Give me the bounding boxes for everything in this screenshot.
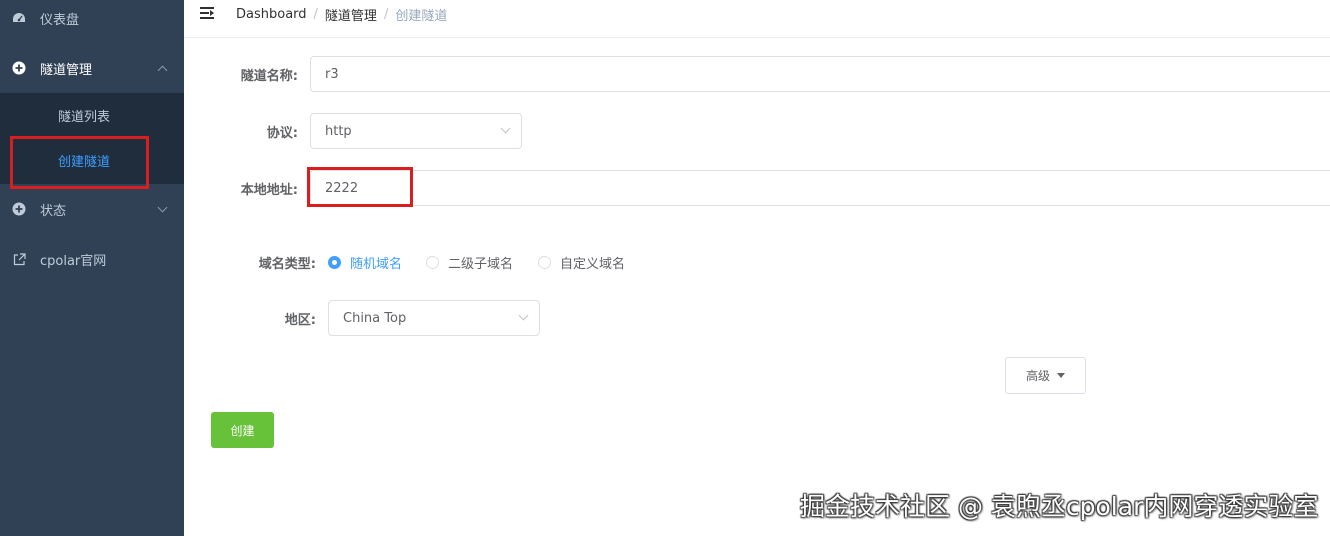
tunnel-name-value: r3 xyxy=(325,66,339,82)
radio-custom-domain[interactable]: 自定义域名 xyxy=(538,253,625,272)
radio-checked-icon xyxy=(328,256,341,269)
domain-type-label: 域名类型: xyxy=(258,257,316,272)
external-link-icon xyxy=(12,252,26,266)
sidebar: 仪表盘 隧道管理 隧道列表 创建隧道 状态 cpolar官网 xyxy=(0,0,184,536)
sidebar-item-tunnel-management[interactable]: 隧道管理 xyxy=(0,44,184,92)
highlight-box xyxy=(10,136,149,189)
breadcrumb-separator: / xyxy=(383,6,389,22)
grid-icon xyxy=(31,110,45,122)
sidebar-item-tunnel-list[interactable]: 隧道列表 xyxy=(0,93,184,138)
breadcrumb-separator: / xyxy=(313,6,318,22)
sidebar-item-label: cpolar官网 xyxy=(40,253,107,269)
caret-down-icon xyxy=(1057,373,1065,378)
radio-unchecked-icon xyxy=(538,256,551,269)
dashboard-icon xyxy=(12,11,26,25)
protocol-select[interactable]: http xyxy=(310,113,522,149)
radio-label: 随机域名 xyxy=(350,257,403,272)
local-address-label: 本地地址: xyxy=(240,183,298,198)
radio-unchecked-icon xyxy=(426,256,439,269)
sidebar-item-dashboard[interactable]: 仪表盘 xyxy=(0,0,184,42)
radio-random-domain[interactable]: 随机域名 xyxy=(328,253,402,272)
region-value: China Top xyxy=(343,310,407,326)
radio-subdomain[interactable]: 二级子域名 xyxy=(426,253,513,272)
chevron-down-icon xyxy=(157,202,168,213)
plus-circle-icon xyxy=(12,61,26,75)
chevron-up-icon xyxy=(157,65,168,76)
radio-label: 二级子域名 xyxy=(448,257,514,272)
radio-label: 自定义域名 xyxy=(560,257,626,272)
watermark: 掘金技术社区 @ 袁煦丞cpolar内网穿透实验室 xyxy=(800,492,1319,521)
tunnel-name-input[interactable]: r3 xyxy=(310,56,1330,92)
sidebar-item-label: 状态 xyxy=(40,203,67,219)
sidebar-item-status[interactable]: 状态 xyxy=(0,185,184,233)
create-label: 创建 xyxy=(230,423,255,438)
region-label: 地区: xyxy=(284,313,316,328)
region-select[interactable]: China Top xyxy=(328,300,540,336)
breadcrumb-current: 创建隧道 xyxy=(395,8,448,24)
local-address-input[interactable]: 2222 xyxy=(310,170,1330,206)
tunnel-name-label: 隧道名称: xyxy=(240,69,298,84)
sidebar-item-label: 隧道列表 xyxy=(58,110,111,125)
create-button[interactable]: 创建 xyxy=(211,412,274,448)
protocol-value: http xyxy=(325,123,352,139)
hamburger-icon[interactable] xyxy=(200,7,216,23)
protocol-label: 协议: xyxy=(266,126,298,141)
sidebar-item-cpolar-site[interactable]: cpolar官网 xyxy=(0,235,184,283)
plus-circle-icon xyxy=(12,202,26,216)
breadcrumb-dashboard[interactable]: Dashboard xyxy=(236,7,307,22)
advanced-label: 高级 xyxy=(1025,369,1050,383)
breadcrumb-tunnel-management[interactable]: 隧道管理 xyxy=(325,5,377,24)
sidebar-item-label: 仪表盘 xyxy=(40,12,80,28)
chevron-down-icon xyxy=(500,123,511,134)
navbar: Dashboard / 隧道管理 / 创建隧道 xyxy=(184,0,1330,38)
highlight-box xyxy=(307,167,413,207)
breadcrumb: Dashboard / 隧道管理 / 创建隧道 xyxy=(236,5,448,24)
chevron-down-icon xyxy=(518,310,529,321)
advanced-button[interactable]: 高级 xyxy=(1005,357,1086,394)
sidebar-item-label: 隧道管理 xyxy=(40,62,93,78)
